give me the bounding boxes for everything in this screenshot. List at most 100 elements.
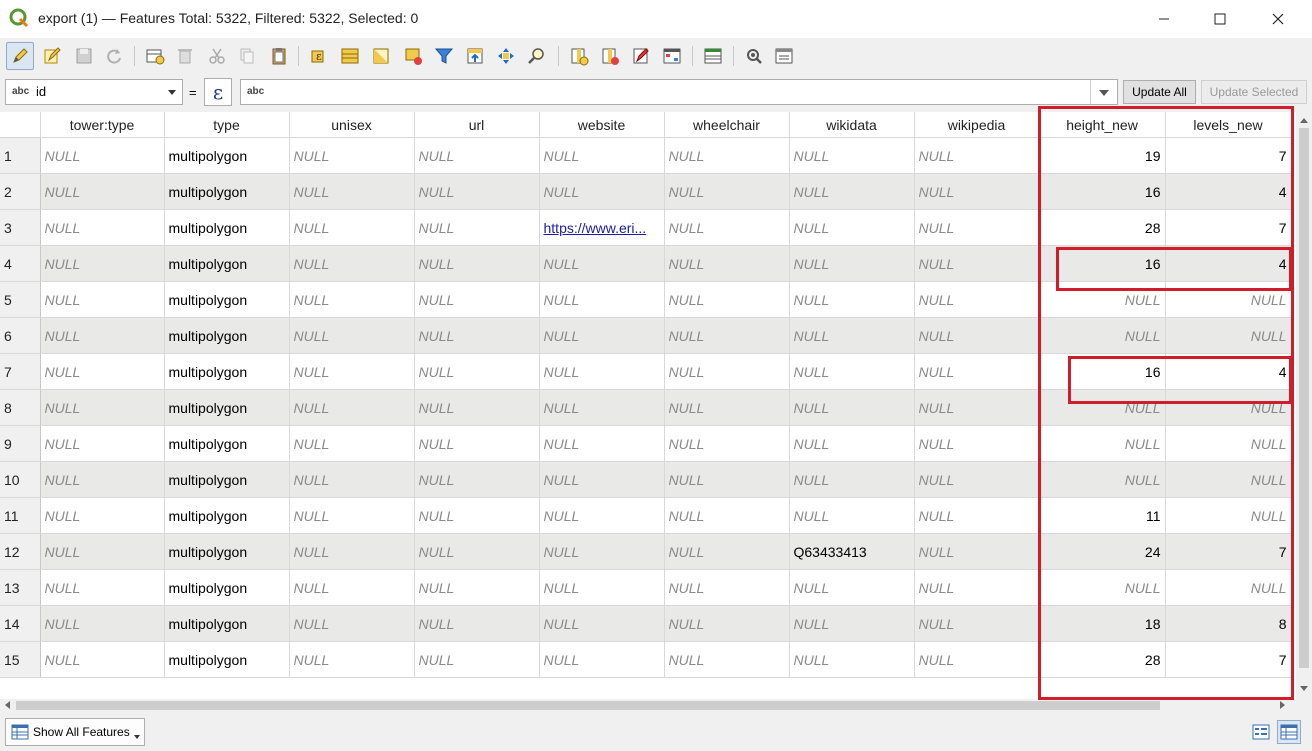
table-cell-height-new[interactable]: 18 bbox=[1039, 605, 1166, 642]
table-cell-wikipedia[interactable]: NULL bbox=[914, 245, 1040, 282]
table-cell-levels-new[interactable]: 4 bbox=[1165, 173, 1292, 210]
table-cell-url[interactable]: NULL bbox=[414, 389, 540, 426]
table-cell-height-new[interactable]: NULL bbox=[1039, 389, 1166, 426]
table-row[interactable]: 9 NULL multipolygon NULL NULL NULL NULL NULL NUL… bbox=[0, 425, 1292, 462]
table-cell-wikipedia[interactable]: NULL bbox=[914, 605, 1040, 642]
table-cell-url[interactable]: NULL bbox=[414, 353, 540, 390]
column-header-website[interactable]: website bbox=[539, 112, 665, 138]
scroll-right-icon[interactable] bbox=[1280, 701, 1285, 709]
cut-button[interactable] bbox=[203, 42, 231, 70]
table-cell-height-new[interactable]: 19 bbox=[1039, 137, 1166, 174]
table-cell-tower-type[interactable]: NULL bbox=[40, 641, 165, 678]
table-cell-wikidata[interactable]: NULL bbox=[789, 605, 915, 642]
delete-field-button[interactable] bbox=[596, 42, 624, 70]
update-selected-button[interactable]: Update Selected bbox=[1201, 80, 1307, 104]
row-number[interactable]: 15 bbox=[0, 641, 41, 678]
row-number[interactable]: 2 bbox=[0, 173, 41, 210]
delete-feature-button[interactable] bbox=[171, 42, 199, 70]
row-number[interactable]: 9 bbox=[0, 425, 41, 462]
table-cell-type[interactable]: multipolygon bbox=[164, 137, 290, 174]
table-cell-url[interactable]: NULL bbox=[414, 245, 540, 282]
minimize-button[interactable] bbox=[1136, 0, 1192, 38]
table-cell-tower-type[interactable]: NULL bbox=[40, 281, 165, 318]
table-cell-levels-new[interactable]: NULL bbox=[1165, 425, 1292, 462]
table-cell-unisex[interactable]: NULL bbox=[289, 281, 415, 318]
table-cell-website[interactable]: NULL bbox=[539, 317, 665, 354]
table-cell-tower-type[interactable]: NULL bbox=[40, 209, 165, 246]
table-cell-wheelchair[interactable]: NULL bbox=[664, 605, 790, 642]
table-cell-unisex[interactable]: NULL bbox=[289, 209, 415, 246]
column-header-url[interactable]: url bbox=[414, 112, 540, 138]
table-cell-url[interactable]: NULL bbox=[414, 209, 540, 246]
table-cell-url[interactable]: NULL bbox=[414, 317, 540, 354]
field-calculator-button[interactable] bbox=[627, 42, 655, 70]
update-all-button[interactable]: Update All bbox=[1123, 80, 1196, 104]
row-number[interactable]: 14 bbox=[0, 605, 41, 642]
table-cell-type[interactable]: multipolygon bbox=[164, 641, 290, 678]
table-cell-wikipedia[interactable]: NULL bbox=[914, 317, 1040, 354]
row-number[interactable]: 10 bbox=[0, 461, 41, 498]
column-header-type[interactable]: type bbox=[164, 112, 290, 138]
table-row[interactable]: 13 NULL multipolygon NULL NULL NULL NULL NULL NU… bbox=[0, 569, 1292, 606]
new-field-button[interactable] bbox=[565, 42, 593, 70]
table-cell-website[interactable]: NULL bbox=[539, 137, 665, 174]
table-cell-unisex[interactable]: NULL bbox=[289, 317, 415, 354]
table-row[interactable]: 2 NULL multipolygon NULL NULL NULL NULL NULL NUL… bbox=[0, 173, 1292, 210]
table-cell-website[interactable]: NULL bbox=[539, 605, 665, 642]
reload-button[interactable] bbox=[100, 42, 128, 70]
maximize-button[interactable] bbox=[1192, 0, 1248, 38]
row-number[interactable]: 3 bbox=[0, 209, 41, 246]
table-cell-website[interactable]: NULL bbox=[539, 497, 665, 534]
table-cell-tower-type[interactable]: NULL bbox=[40, 389, 165, 426]
table-cell-website[interactable]: https://www.eri... bbox=[539, 209, 665, 246]
close-button[interactable] bbox=[1250, 0, 1306, 38]
table-row[interactable]: 7 NULL multipolygon NULL NULL NULL NULL NULL NUL… bbox=[0, 353, 1292, 390]
table-cell-wheelchair[interactable]: NULL bbox=[664, 137, 790, 174]
table-cell-website[interactable]: NULL bbox=[539, 245, 665, 282]
table-cell-tower-type[interactable]: NULL bbox=[40, 461, 165, 498]
table-cell-wikidata[interactable]: NULL bbox=[789, 425, 915, 462]
scroll-up-icon[interactable] bbox=[1300, 118, 1308, 123]
table-cell-unisex[interactable]: NULL bbox=[289, 245, 415, 282]
table-cell-unisex[interactable]: NULL bbox=[289, 425, 415, 462]
column-header-unisex[interactable]: unisex bbox=[289, 112, 415, 138]
table-cell-height-new[interactable]: NULL bbox=[1039, 317, 1166, 354]
table-cell-levels-new[interactable]: 7 bbox=[1165, 209, 1292, 246]
table-cell-wikidata[interactable]: NULL bbox=[789, 641, 915, 678]
table-cell-wikipedia[interactable]: NULL bbox=[914, 461, 1040, 498]
multi-edit-button[interactable] bbox=[38, 42, 66, 70]
table-cell-unisex[interactable]: NULL bbox=[289, 461, 415, 498]
table-row[interactable]: 11 NULL multipolygon NULL NULL NULL NULL NULL NU… bbox=[0, 497, 1292, 534]
table-cell-url[interactable]: NULL bbox=[414, 605, 540, 642]
row-number[interactable]: 5 bbox=[0, 281, 41, 318]
table-cell-type[interactable]: multipolygon bbox=[164, 569, 290, 606]
table-cell-levels-new[interactable]: NULL bbox=[1165, 317, 1292, 354]
table-cell-wheelchair[interactable]: NULL bbox=[664, 173, 790, 210]
table-cell-tower-type[interactable]: NULL bbox=[40, 425, 165, 462]
table-cell-website[interactable]: NULL bbox=[539, 173, 665, 210]
invert-selection-button[interactable] bbox=[367, 42, 395, 70]
table-cell-website[interactable]: NULL bbox=[539, 353, 665, 390]
table-cell-height-new[interactable]: NULL bbox=[1039, 569, 1166, 606]
row-number[interactable]: 13 bbox=[0, 569, 41, 606]
table-cell-levels-new[interactable]: NULL bbox=[1165, 281, 1292, 318]
horizontal-scrollbar[interactable] bbox=[0, 699, 1296, 712]
table-cell-wikidata[interactable]: Q63433413 bbox=[789, 533, 915, 570]
table-cell-type[interactable]: multipolygon bbox=[164, 209, 290, 246]
form-view-toolbar-button[interactable] bbox=[770, 42, 798, 70]
table-cell-website[interactable]: NULL bbox=[539, 281, 665, 318]
row-number[interactable]: 6 bbox=[0, 317, 41, 354]
table-cell-type[interactable]: multipolygon bbox=[164, 461, 290, 498]
conditional-formatting-button[interactable] bbox=[658, 42, 686, 70]
table-cell-wheelchair[interactable]: NULL bbox=[664, 317, 790, 354]
copy-button[interactable] bbox=[233, 42, 261, 70]
table-row[interactable]: 1 NULL multipolygon NULL NULL NULL NULL NULL NUL… bbox=[0, 137, 1292, 174]
table-cell-wikipedia[interactable]: NULL bbox=[914, 497, 1040, 534]
move-selection-top-button[interactable] bbox=[461, 42, 489, 70]
column-header-wikipedia[interactable]: wikipedia bbox=[914, 112, 1040, 138]
table-cell-wikidata[interactable]: NULL bbox=[789, 317, 915, 354]
table-cell-url[interactable]: NULL bbox=[414, 641, 540, 678]
column-header-tower-type[interactable]: tower:type bbox=[40, 112, 165, 138]
table-cell-unisex[interactable]: NULL bbox=[289, 389, 415, 426]
table-cell-levels-new[interactable]: NULL bbox=[1165, 461, 1292, 498]
